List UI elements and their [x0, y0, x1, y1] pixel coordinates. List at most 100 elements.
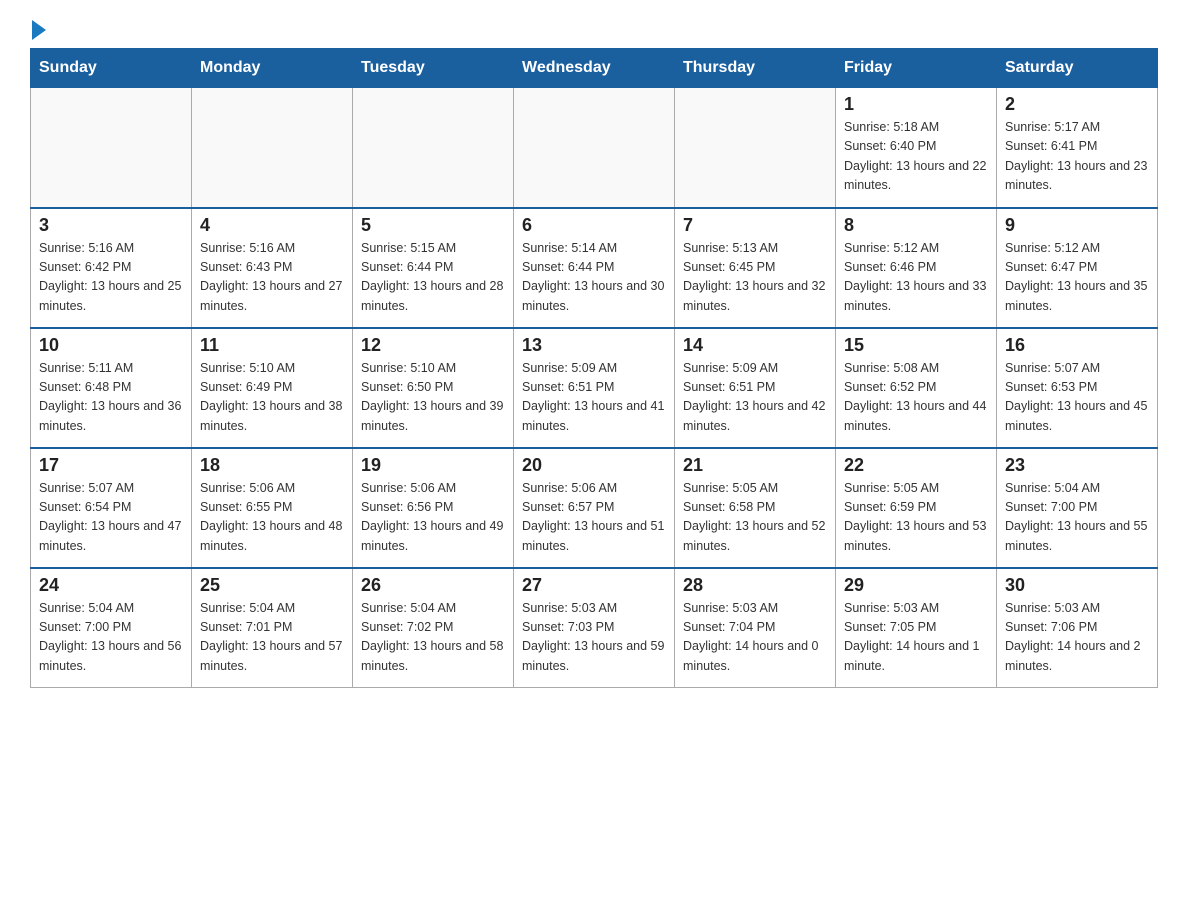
weekday-header-thursday: Thursday [675, 49, 836, 88]
day-number: 25 [200, 575, 344, 596]
day-info: Sunrise: 5:16 AMSunset: 6:42 PMDaylight:… [39, 239, 183, 317]
day-number: 8 [844, 215, 988, 236]
day-number: 20 [522, 455, 666, 476]
logo [30, 20, 46, 38]
day-info: Sunrise: 5:17 AMSunset: 6:41 PMDaylight:… [1005, 118, 1149, 196]
calendar-cell: 21 Sunrise: 5:05 AMSunset: 6:58 PMDayligh… [675, 448, 836, 568]
day-number: 23 [1005, 455, 1149, 476]
calendar-cell: 22 Sunrise: 5:05 AMSunset: 6:59 PMDayligh… [836, 448, 997, 568]
weekday-header-monday: Monday [192, 49, 353, 88]
calendar-cell: 18Sunrise: 5:06 AMSunset: 6:55 PMDayligh… [192, 448, 353, 568]
calendar-cell: 7Sunrise: 5:13 AMSunset: 6:45 PMDaylight… [675, 208, 836, 328]
day-info: Sunrise: 5:04 AMSunset: 7:01 PMDaylight:… [200, 599, 344, 677]
calendar-cell [514, 88, 675, 208]
calendar-cell: 10 Sunrise: 5:11 AMSunset: 6:48 PMDayligh… [31, 328, 192, 448]
day-number: 5 [361, 215, 505, 236]
calendar-header-row: SundayMondayTuesdayWednesdayThursdayFrid… [31, 49, 1158, 88]
calendar-week-row: 17 Sunrise: 5:07 AMSunset: 6:54 PMDayligh… [31, 448, 1158, 568]
calendar-cell: 16 Sunrise: 5:07 AMSunset: 6:53 PMDayligh… [997, 328, 1158, 448]
day-info: Sunrise: 5:03 AMSunset: 7:03 PMDaylight:… [522, 599, 666, 677]
calendar-cell [192, 88, 353, 208]
calendar-cell: 28 Sunrise: 5:03 AMSunset: 7:04 PMDayligh… [675, 568, 836, 688]
calendar-cell: 1 Sunrise: 5:18 AMSunset: 6:40 PMDaylight… [836, 88, 997, 208]
calendar-cell [31, 88, 192, 208]
day-number: 3 [39, 215, 183, 236]
weekday-header-wednesday: Wednesday [514, 49, 675, 88]
day-info: Sunrise: 5:16 AMSunset: 6:43 PMDaylight:… [200, 239, 344, 317]
day-info: Sunrise: 5:11 AMSunset: 6:48 PMDaylight:… [39, 359, 183, 437]
day-number: 7 [683, 215, 827, 236]
day-info: Sunrise: 5:03 AMSunset: 7:04 PMDaylight:… [683, 599, 827, 677]
calendar-table: SundayMondayTuesdayWednesdayThursdayFrid… [30, 48, 1158, 688]
day-info: Sunrise: 5:08 AMSunset: 6:52 PMDaylight:… [844, 359, 988, 437]
calendar-cell: 29Sunrise: 5:03 AMSunset: 7:05 PMDayligh… [836, 568, 997, 688]
day-number: 1 [844, 94, 988, 115]
day-number: 15 [844, 335, 988, 356]
weekday-header-sunday: Sunday [31, 49, 192, 88]
day-number: 17 [39, 455, 183, 476]
day-info: Sunrise: 5:12 AMSunset: 6:47 PMDaylight:… [1005, 239, 1149, 317]
day-info: Sunrise: 5:04 AMSunset: 7:00 PMDaylight:… [39, 599, 183, 677]
calendar-cell: 5 Sunrise: 5:15 AMSunset: 6:44 PMDaylight… [353, 208, 514, 328]
day-info: Sunrise: 5:06 AMSunset: 6:57 PMDaylight:… [522, 479, 666, 557]
calendar-cell: 11Sunrise: 5:10 AMSunset: 6:49 PMDayligh… [192, 328, 353, 448]
day-info: Sunrise: 5:18 AMSunset: 6:40 PMDaylight:… [844, 118, 988, 196]
calendar-cell: 26 Sunrise: 5:04 AMSunset: 7:02 PMDayligh… [353, 568, 514, 688]
day-info: Sunrise: 5:05 AMSunset: 6:59 PMDaylight:… [844, 479, 988, 557]
day-number: 29 [844, 575, 988, 596]
day-number: 21 [683, 455, 827, 476]
calendar-cell: 27Sunrise: 5:03 AMSunset: 7:03 PMDayligh… [514, 568, 675, 688]
day-number: 26 [361, 575, 505, 596]
page-header [30, 20, 1158, 38]
calendar-cell: 19 Sunrise: 5:06 AMSunset: 6:56 PMDayligh… [353, 448, 514, 568]
day-number: 4 [200, 215, 344, 236]
calendar-cell: 13Sunrise: 5:09 AMSunset: 6:51 PMDayligh… [514, 328, 675, 448]
day-number: 11 [200, 335, 344, 356]
calendar-cell: 2 Sunrise: 5:17 AMSunset: 6:41 PMDaylight… [997, 88, 1158, 208]
day-info: Sunrise: 5:10 AMSunset: 6:50 PMDaylight:… [361, 359, 505, 437]
day-info: Sunrise: 5:06 AMSunset: 6:56 PMDaylight:… [361, 479, 505, 557]
calendar-week-row: 24 Sunrise: 5:04 AMSunset: 7:00 PMDayligh… [31, 568, 1158, 688]
calendar-cell: 12 Sunrise: 5:10 AMSunset: 6:50 PMDayligh… [353, 328, 514, 448]
calendar-cell: 25 Sunrise: 5:04 AMSunset: 7:01 PMDayligh… [192, 568, 353, 688]
weekday-header-tuesday: Tuesday [353, 49, 514, 88]
day-number: 2 [1005, 94, 1149, 115]
day-number: 6 [522, 215, 666, 236]
day-number: 28 [683, 575, 827, 596]
calendar-cell: 14 Sunrise: 5:09 AMSunset: 6:51 PMDayligh… [675, 328, 836, 448]
weekday-header-saturday: Saturday [997, 49, 1158, 88]
day-info: Sunrise: 5:14 AMSunset: 6:44 PMDaylight:… [522, 239, 666, 317]
day-number: 14 [683, 335, 827, 356]
day-number: 9 [1005, 215, 1149, 236]
day-info: Sunrise: 5:15 AMSunset: 6:44 PMDaylight:… [361, 239, 505, 317]
calendar-cell [353, 88, 514, 208]
calendar-cell: 24 Sunrise: 5:04 AMSunset: 7:00 PMDayligh… [31, 568, 192, 688]
day-info: Sunrise: 5:12 AMSunset: 6:46 PMDaylight:… [844, 239, 988, 317]
day-info: Sunrise: 5:09 AMSunset: 6:51 PMDaylight:… [683, 359, 827, 437]
calendar-cell: 23Sunrise: 5:04 AMSunset: 7:00 PMDayligh… [997, 448, 1158, 568]
day-number: 24 [39, 575, 183, 596]
calendar-cell: 20 Sunrise: 5:06 AMSunset: 6:57 PMDayligh… [514, 448, 675, 568]
day-info: Sunrise: 5:07 AMSunset: 6:54 PMDaylight:… [39, 479, 183, 557]
calendar-cell: 3 Sunrise: 5:16 AMSunset: 6:42 PMDaylight… [31, 208, 192, 328]
day-number: 10 [39, 335, 183, 356]
day-info: Sunrise: 5:07 AMSunset: 6:53 PMDaylight:… [1005, 359, 1149, 437]
day-number: 19 [361, 455, 505, 476]
day-number: 30 [1005, 575, 1149, 596]
day-number: 22 [844, 455, 988, 476]
logo-triangle-icon [32, 20, 46, 40]
day-number: 18 [200, 455, 344, 476]
day-number: 13 [522, 335, 666, 356]
calendar-cell: 17 Sunrise: 5:07 AMSunset: 6:54 PMDayligh… [31, 448, 192, 568]
calendar-week-row: 1 Sunrise: 5:18 AMSunset: 6:40 PMDaylight… [31, 88, 1158, 208]
calendar-cell: 9 Sunrise: 5:12 AMSunset: 6:47 PMDaylight… [997, 208, 1158, 328]
day-info: Sunrise: 5:03 AMSunset: 7:06 PMDaylight:… [1005, 599, 1149, 677]
calendar-cell: 15 Sunrise: 5:08 AMSunset: 6:52 PMDayligh… [836, 328, 997, 448]
calendar-cell: 4 Sunrise: 5:16 AMSunset: 6:43 PMDaylight… [192, 208, 353, 328]
day-number: 16 [1005, 335, 1149, 356]
day-number: 12 [361, 335, 505, 356]
calendar-week-row: 3 Sunrise: 5:16 AMSunset: 6:42 PMDaylight… [31, 208, 1158, 328]
day-info: Sunrise: 5:04 AMSunset: 7:02 PMDaylight:… [361, 599, 505, 677]
day-info: Sunrise: 5:05 AMSunset: 6:58 PMDaylight:… [683, 479, 827, 557]
calendar-cell: 8 Sunrise: 5:12 AMSunset: 6:46 PMDaylight… [836, 208, 997, 328]
